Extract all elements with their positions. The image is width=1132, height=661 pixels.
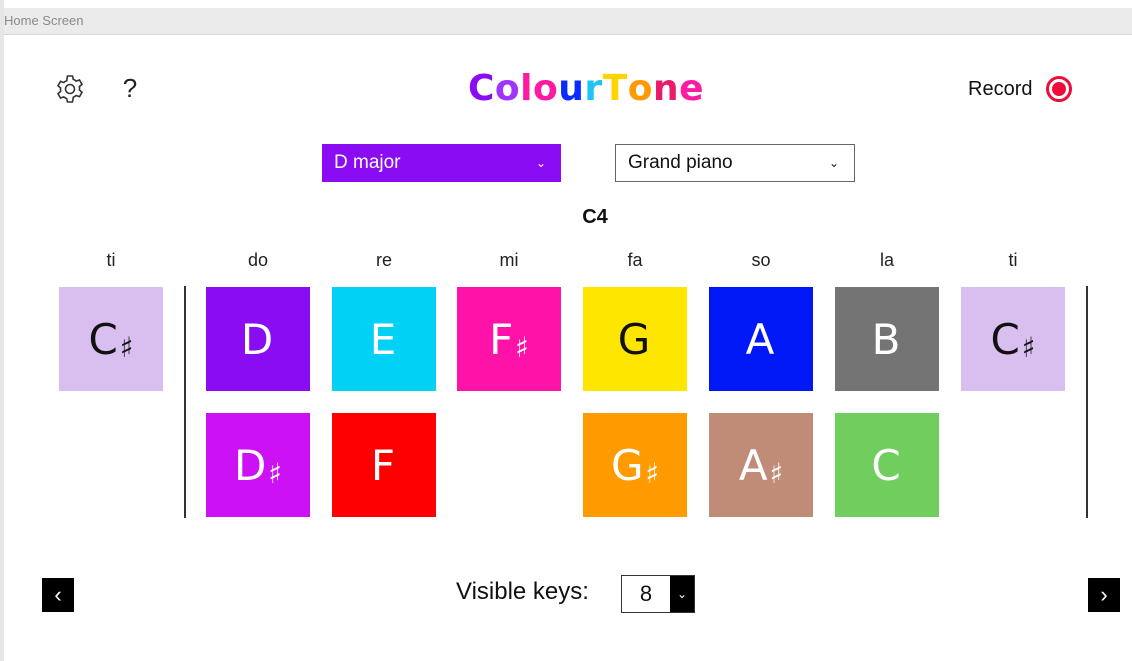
instrument-select-value: Grand piano: [628, 152, 733, 173]
note-tile-c-sharp[interactable]: C ♯: [59, 287, 163, 391]
note-tile-c[interactable]: C: [835, 413, 939, 517]
note-letter: E: [369, 314, 397, 364]
sharp-sign: ♯: [515, 330, 529, 364]
logo-letter: o: [533, 68, 559, 109]
chevron-down-icon: ⌄: [828, 156, 840, 170]
note-letter: D: [234, 440, 267, 490]
solfege-label: re: [375, 250, 392, 270]
note-tile-g-sharp[interactable]: G ♯: [583, 413, 687, 517]
key-select[interactable]: D major ⌄: [322, 144, 561, 182]
solfege-label: so: [751, 250, 771, 270]
visible-keys-select[interactable]: 8 ⌄: [621, 575, 695, 613]
instrument-select[interactable]: Grand piano ⌄: [615, 144, 855, 182]
note-letter: C: [871, 440, 901, 490]
key-select-value: D major: [334, 152, 401, 173]
visible-keys-label: Visible keys:: [456, 578, 589, 605]
octave-divider-left: [184, 286, 186, 518]
note-letter: G: [617, 314, 651, 364]
solfege-label: ti: [106, 250, 116, 270]
logo-letter: n: [652, 68, 680, 109]
solfege-label: la: [879, 250, 894, 270]
sharp-sign: ♯: [268, 456, 282, 490]
note-letter: D: [240, 314, 274, 364]
octave-label: C4: [582, 206, 608, 228]
note-letter: F: [489, 314, 514, 364]
sharp-sign: ♯: [1021, 330, 1036, 364]
sharp-sign: ♯: [645, 456, 660, 490]
note-letter: G: [610, 440, 644, 490]
note-letter: F: [370, 440, 396, 490]
note-letter: C: [88, 314, 118, 364]
logo-letter: T: [602, 68, 628, 109]
note-letter: C: [990, 314, 1020, 364]
note-tile-c-sharp-high[interactable]: C ♯: [961, 287, 1065, 391]
solfege-label: do: [247, 250, 269, 270]
note-tile-d-sharp[interactable]: D ♯: [206, 413, 310, 517]
note-tile-f[interactable]: F: [332, 413, 436, 517]
note-tile-e[interactable]: E: [332, 287, 436, 391]
solfege-label: ti: [1008, 250, 1018, 270]
settings-gear-icon[interactable]: [54, 73, 86, 105]
logo-letter: l: [520, 68, 533, 109]
record-button[interactable]: Record: [958, 72, 1088, 106]
sharp-sign: ♯: [119, 330, 134, 364]
record-icon: [1046, 76, 1073, 102]
visible-keys-value: 8: [639, 581, 653, 606]
app-logo: ColourTone: [466, 66, 706, 112]
sharp-sign: ♯: [769, 456, 784, 490]
logo-letter: r: [584, 68, 603, 109]
note-letter: A: [745, 314, 775, 364]
note-tile-g[interactable]: G: [583, 287, 687, 391]
logo-letter: C: [468, 68, 495, 109]
prev-arrow-button[interactable]: ‹: [42, 578, 74, 612]
note-tile-b[interactable]: B: [835, 287, 939, 391]
octave-divider-right: [1086, 286, 1088, 518]
chevron-down-icon: ⌄: [535, 156, 547, 170]
note-tile-d[interactable]: D: [206, 287, 310, 391]
record-label: Record: [968, 77, 1033, 100]
chevron-down-icon: ⌄: [670, 576, 694, 612]
next-arrow-button[interactable]: ›: [1088, 578, 1120, 612]
solfege-label: fa: [627, 250, 643, 270]
help-button[interactable]: ?: [120, 72, 140, 104]
title-bar: Home Screen: [4, 8, 1132, 35]
note-tile-a-sharp[interactable]: A ♯: [709, 413, 813, 517]
logo-letter: o: [627, 68, 653, 109]
window-left-edge: [0, 0, 4, 661]
logo-letter: e: [679, 68, 704, 109]
note-letter: B: [871, 314, 901, 364]
note-tile-f-sharp[interactable]: F ♯: [457, 287, 561, 391]
window-title: Home Screen: [4, 13, 84, 28]
logo-letter: u: [558, 68, 585, 109]
note-letter: A: [738, 440, 768, 490]
solfege-label: mi: [499, 250, 519, 270]
logo-letter: o: [494, 68, 521, 109]
note-tile-a[interactable]: A: [709, 287, 813, 391]
